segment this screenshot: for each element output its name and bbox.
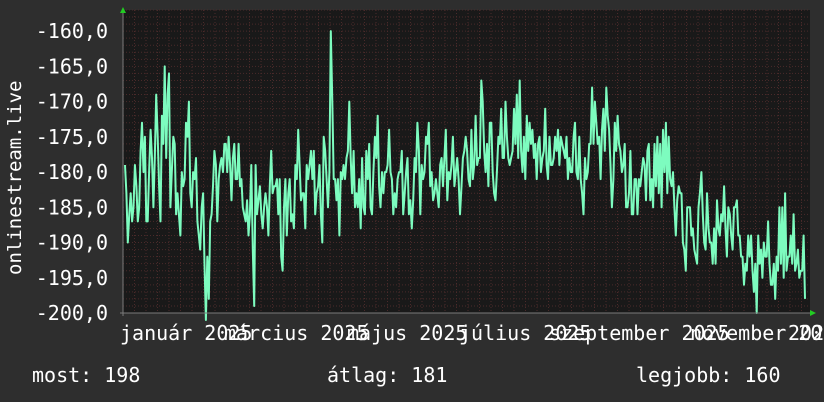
y-tick-label: -185,0 [36, 195, 108, 219]
best-value-label: legjobb: 160 [636, 363, 781, 387]
x-tick-label: május 2025 [347, 321, 467, 345]
y-tick-label: -200,0 [36, 301, 108, 325]
average-value-label: átlag: 181 [327, 363, 448, 387]
x-axis-arrow-icon [810, 310, 816, 316]
y-axis-ticks: -160,0 -165,0 -170,0 -175,0 -180,0 -185,0 -190… [36, 19, 108, 325]
y-tick-label: -170,0 [36, 90, 108, 114]
y-tick-label: -190,0 [36, 231, 108, 255]
y-tick-label: -195,0 [36, 266, 108, 290]
current-value-label: most: 198 [32, 363, 141, 387]
y-tick-label: -175,0 [36, 125, 108, 149]
y-tick-label: -165,0 [36, 54, 108, 78]
y-tick-label: -160,0 [36, 19, 108, 43]
x-axis-ticks: január 2025március 2025május 2025július … [120, 321, 824, 345]
x-tick-label: 2025 [788, 321, 824, 345]
y-axis-label: onlinestream.live [4, 81, 26, 275]
y-tick-label: -180,0 [36, 160, 108, 184]
line-chart: -160,0 -165,0 -170,0 -175,0 -180,0 -185,0 -190… [4, 7, 824, 345]
chart-root: -160,0 -165,0 -170,0 -175,0 -180,0 -185,0 -190… [0, 0, 824, 402]
